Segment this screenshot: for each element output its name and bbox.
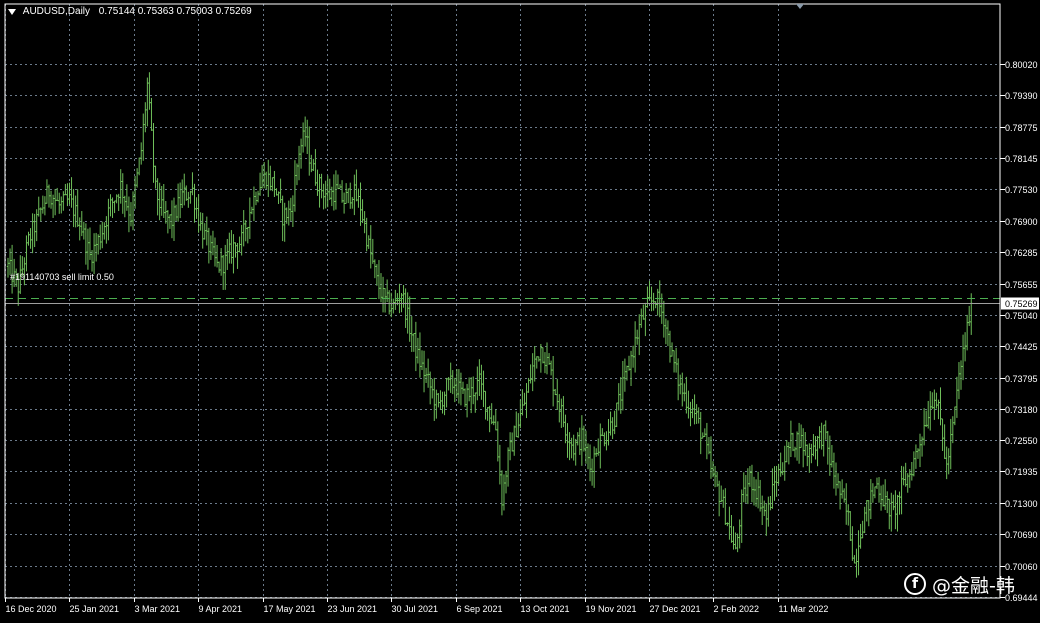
x-tick-label: 30 Jul 2021 <box>392 604 439 614</box>
current-price-tag: 0.75269 <box>1001 297 1039 310</box>
x-tick-label: 17 May 2021 <box>264 604 316 614</box>
x-tick-label: 27 Dec 2021 <box>650 604 701 614</box>
x-tick-label: 13 Oct 2021 <box>521 604 570 614</box>
chart-header[interactable]: AUDUSD,Daily 0.75144 0.75363 0.75003 0.7… <box>8 6 252 17</box>
y-tick-label: 0.76900 <box>1005 217 1038 227</box>
x-tick-label: 2 Feb 2022 <box>714 604 760 614</box>
y-tick-label: 0.78145 <box>1005 154 1038 164</box>
x-tick-label: 16 Dec 2020 <box>6 604 57 614</box>
symbol-label: AUDUSD,Daily <box>22 6 91 17</box>
y-tick-label: 0.79390 <box>1005 91 1038 101</box>
y-tick-label: 0.74425 <box>1005 342 1038 352</box>
chart-canvas[interactable]: 0.80020 0.79390 0.78775 0.78145 0.77530 0.769… <box>0 0 1040 623</box>
ohlc-values: 0.75144 0.75363 0.75003 0.75269 <box>98 6 252 17</box>
y-tick-label: 0.75655 <box>1005 280 1038 290</box>
watermark: f @金融-韩 <box>904 570 1015 598</box>
watermark-text: @金融-韩 <box>932 574 1015 597</box>
y-tick-label: 0.78775 <box>1005 123 1038 133</box>
y-tick-label: 0.76285 <box>1005 248 1038 258</box>
y-tick-label: 0.71935 <box>1005 467 1038 477</box>
y-tick-label: 0.73795 <box>1005 374 1038 384</box>
x-tick-label: 19 Nov 2021 <box>586 604 637 614</box>
y-tick-label: 0.72550 <box>1005 436 1038 446</box>
x-tick-label: 3 Mar 2021 <box>135 604 181 614</box>
y-tick-label: 0.73180 <box>1005 405 1038 415</box>
x-tick-label: 23 Jun 2021 <box>328 604 378 614</box>
facebook-icon: f <box>904 573 926 595</box>
chevron-down-icon[interactable] <box>8 8 16 15</box>
current-price-label: 0.75269 <box>1005 299 1038 309</box>
x-tick-label: 11 Mar 2022 <box>779 604 829 614</box>
x-tick-label: 6 Sep 2021 <box>457 604 503 614</box>
y-tick-label: 0.71300 <box>1005 499 1038 509</box>
y-tick-label: 0.80020 <box>1005 60 1038 70</box>
y-tick-label: 0.70690 <box>1005 530 1038 540</box>
order-label[interactable]: #191140703 sell limit 0.50 <box>10 272 114 282</box>
y-tick-label: 0.77530 <box>1005 185 1038 195</box>
y-tick-label: 0.75040 <box>1005 311 1038 321</box>
x-tick-label: 9 Apr 2021 <box>199 604 243 614</box>
x-tick-label: 25 Jan 2021 <box>70 604 120 614</box>
